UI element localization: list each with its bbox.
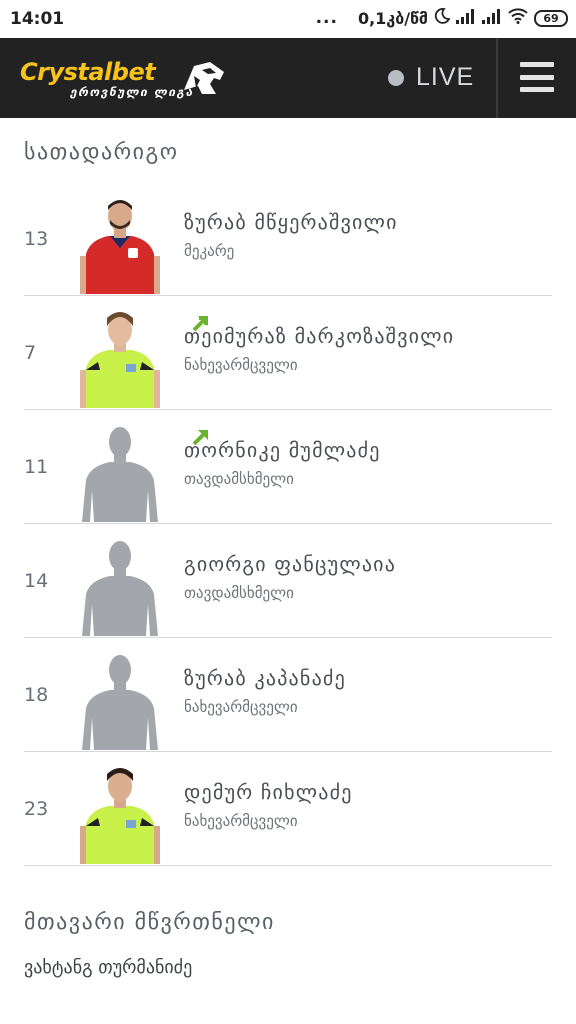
player-name: ზურაბ კაპანაძე (184, 666, 346, 690)
player-position: ნახევარმცველი (184, 812, 298, 830)
battery-icon: 69 (534, 9, 568, 27)
menu-bar (520, 62, 554, 67)
player-position: თავდამსხმელი (184, 470, 294, 488)
player-row[interactable]: 14 გიორგი ფანცულაია თავდამსხმელი (24, 524, 552, 638)
player-number: 13 (24, 228, 49, 250)
player-position: მეკარე (184, 242, 235, 260)
hamburger-menu-icon[interactable] (520, 62, 554, 92)
player-name: გიორგი ფანცულაია (184, 552, 397, 576)
moon-icon (434, 8, 451, 28)
signal-icon-2 (482, 8, 502, 28)
horse-head-icon (180, 60, 228, 102)
player-number: 14 (24, 570, 49, 592)
player-position: ნახევარმცველი (184, 356, 298, 374)
player-row[interactable]: 7 თეიმურაზ მარკოზაშვილი ნახევარმცველი (24, 296, 552, 410)
player-photo (80, 196, 160, 294)
player-number: 11 (24, 456, 49, 478)
crystalbet-logo[interactable]: Crystalbet ეროვნული ლიგა (20, 58, 230, 102)
head-coach-title: მთავარი მწვრთნელი (24, 910, 275, 935)
player-silhouette-icon (80, 652, 160, 750)
menu-bar (520, 74, 554, 80)
live-indicator-icon (388, 69, 404, 86)
player-row[interactable]: 11 თორნიკე მუმლაძე თავდამსხმელი (24, 410, 552, 524)
logo-wordmark: Crystalbet (20, 58, 156, 86)
header-divider (496, 38, 498, 118)
app-header: Crystalbet ეროვნული ლიგა LIVE (0, 38, 576, 118)
player-silhouette-icon (80, 424, 160, 522)
logo-subtitle: ეროვნული ლიგა (70, 85, 194, 99)
player-name: თეიმურაზ მარკოზაშვილი (184, 324, 455, 348)
player-position: ნახევარმცველი (184, 698, 298, 716)
signal-icon (456, 8, 476, 28)
player-number: 7 (24, 342, 37, 364)
player-row[interactable]: 23 დემურ ჩიხლაძე ნახევარმცველი (24, 752, 552, 866)
notification-dots: ... (315, 8, 338, 28)
status-icons: ... 0,1კბ/წმ 69 (316, 8, 568, 28)
player-number: 18 (24, 684, 49, 706)
substitutes-list: 13 ზურაბ მწყერაშვილი მეკარე 7 თეიმურაზ მ… (24, 182, 552, 866)
player-row[interactable]: 13 ზურაბ მწყერაშვილი მეკარე (24, 182, 552, 296)
substitutes-title: სათადარიგო (24, 140, 179, 165)
player-name: ზურაბ მწყერაშვილი (184, 210, 398, 234)
player-number: 23 (24, 798, 49, 820)
clock: 14:01 (10, 9, 65, 29)
wifi-icon (508, 8, 528, 28)
player-photo (80, 766, 160, 864)
head-coach-name: ვახტანგ თურმანიძე (24, 957, 193, 978)
network-speed: 0,1კბ/წმ (357, 8, 428, 28)
live-button[interactable]: LIVE (388, 63, 474, 92)
live-label: LIVE (416, 63, 475, 91)
player-name: თორნიკე მუმლაძე (184, 438, 381, 462)
player-name: დემურ ჩიხლაძე (184, 780, 353, 804)
player-silhouette-icon (80, 538, 160, 636)
status-bar: 14:01 ... 0,1კბ/წმ 69 (0, 0, 576, 38)
player-position: თავდამსხმელი (184, 584, 294, 602)
player-row[interactable]: 18 ზურაბ კაპანაძე ნახევარმცველი (24, 638, 552, 752)
player-photo (80, 310, 160, 408)
menu-bar (520, 87, 554, 92)
